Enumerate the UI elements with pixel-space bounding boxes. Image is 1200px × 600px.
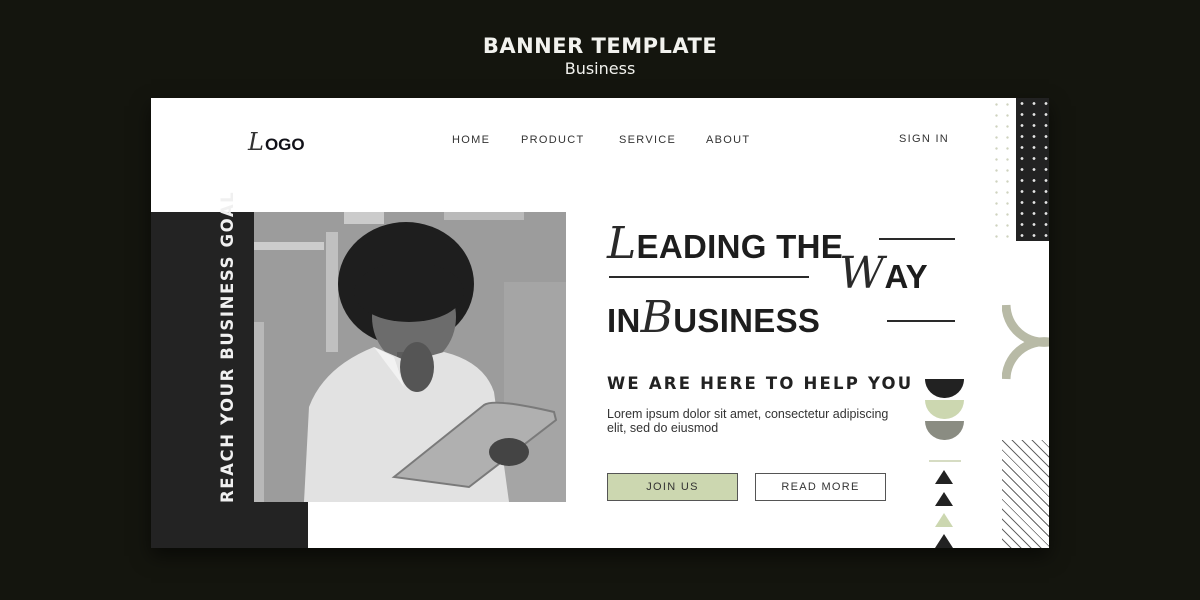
logo-script-letter: L <box>248 128 264 156</box>
semicircle-gray <box>925 421 964 440</box>
headline-line-3: INBUSINESS <box>607 296 820 340</box>
arc-shape <box>1002 304 1049 380</box>
triangle-icon-dark-2 <box>935 492 953 506</box>
logo[interactable]: L OGO <box>248 128 305 156</box>
tagline: WE ARE HERE TO HELP YOU <box>607 374 914 393</box>
photo-illustration <box>254 212 566 502</box>
headline-line-1: LEADING THE <box>607 222 843 266</box>
woman-with-tablet-photo <box>254 212 566 502</box>
headline: LEADING THE WAY INBUSINESS <box>607 214 957 344</box>
triangle-icon-green <box>935 513 953 527</box>
page-title: BANNER TEMPLATE <box>482 34 718 58</box>
page-subtitle: Business <box>564 59 636 78</box>
dark-dot-pattern <box>1016 98 1049 241</box>
headline-rule-3 <box>887 320 955 322</box>
headline-line-3-start: IN <box>607 302 641 339</box>
divider-line <box>929 460 961 462</box>
banner-card: L OGO HOME PRODUCT SERVICE ABOUT SIGN IN… <box>151 98 1049 548</box>
page-header: BANNER TEMPLATE Business <box>0 32 1200 78</box>
nav-home[interactable]: HOME <box>452 134 490 146</box>
read-more-button[interactable]: READ MORE <box>755 473 886 501</box>
vertical-tagline: REACH YOUR BUSINESS GOAL <box>218 190 237 503</box>
body-text: Lorem ipsum dolor sit amet, consectetur … <box>607 407 889 435</box>
headline-script-b: B <box>640 292 674 343</box>
nav-about[interactable]: ABOUT <box>706 134 750 146</box>
headline-rule-1 <box>879 238 955 240</box>
headline-script-l: L <box>607 218 637 269</box>
headline-line-3-text: USINESS <box>673 302 821 339</box>
light-dot-pattern <box>990 98 1016 238</box>
headline-line-2: WAY <box>839 252 928 296</box>
headline-line-2-text: AY <box>884 258 928 295</box>
nav-service[interactable]: SERVICE <box>619 134 676 146</box>
sign-in-link[interactable]: SIGN IN <box>899 133 949 145</box>
triangle-icon-dark-1 <box>935 470 953 484</box>
diagonal-stripe-pattern <box>1002 440 1049 548</box>
headline-line-1-text: EADING THE <box>636 228 844 265</box>
semicircle-dark <box>925 379 964 398</box>
triangle-icon-dark-3 <box>935 534 953 548</box>
semicircle-green <box>925 400 964 419</box>
headline-script-w: W <box>839 248 885 299</box>
join-us-button[interactable]: JOIN US <box>607 473 738 501</box>
headline-rule-2 <box>609 276 809 278</box>
nav-product[interactable]: PRODUCT <box>521 134 585 146</box>
logo-text: OGO <box>264 135 305 154</box>
